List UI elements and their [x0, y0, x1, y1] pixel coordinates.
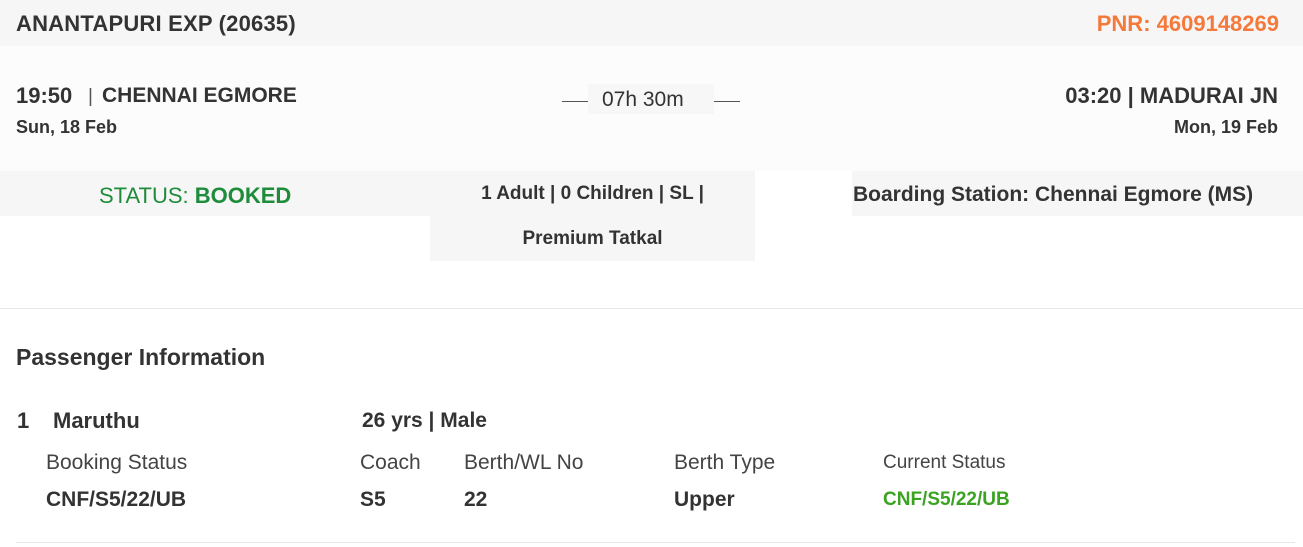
berth-type-value: Upper: [674, 488, 735, 511]
quota-type: Premium Tatkal: [522, 228, 663, 249]
booking-status-value: CNF/S5/22/UB: [46, 488, 187, 511]
arrival-time-station: 03:20 | MADURAI JN: [1065, 83, 1278, 108]
current-status-value: CNF/S5/22/UB: [883, 489, 1010, 510]
berth-value: 22: [464, 488, 488, 511]
arrival-date: Mon, 19 Feb: [1173, 117, 1278, 137]
duration-line-left: [562, 101, 588, 102]
passenger-index: 1: [17, 408, 30, 433]
passenger-info-title: Passenger Information: [16, 344, 266, 370]
coach-value: S5: [360, 488, 386, 511]
berth-type-label: Berth Type: [674, 451, 776, 474]
departure-date: Sun, 18 Feb: [16, 117, 118, 137]
duration-line-right: [714, 101, 740, 102]
departure-station: CHENNAI EGMORE: [102, 84, 297, 107]
train-name: ANANTAPURI EXP (20635): [16, 11, 296, 36]
journey-duration: 07h 30m: [602, 88, 684, 111]
pnr-number: PNR: 4609148269: [1096, 11, 1279, 36]
passenger-age-gender: 26 yrs | Male: [362, 409, 487, 432]
status-value: BOOKED: [194, 183, 292, 208]
berth-label: Berth/WL No: [464, 451, 584, 474]
departure-time: 19:50: [16, 83, 73, 108]
current-status-label: Current Status: [883, 452, 1006, 473]
bottom-divider: [16, 542, 1295, 543]
boarding-station: Boarding Station: Chennai Egmore (MS): [853, 183, 1254, 206]
status-label: STATUS:: [99, 183, 195, 208]
arrival-block: 03:20 | MADURAI JN: [1065, 83, 1278, 109]
passenger-count-class: 1 Adult | 0 Children | SL |: [481, 183, 704, 204]
section-divider: [0, 308, 1303, 309]
departure-separator: |: [88, 86, 93, 107]
booking-status-label: Booking Status: [46, 451, 188, 474]
coach-label: Coach: [360, 451, 421, 474]
passenger-name: Maruthu: [53, 408, 140, 433]
booking-status: STATUS: BOOKED: [99, 183, 291, 209]
